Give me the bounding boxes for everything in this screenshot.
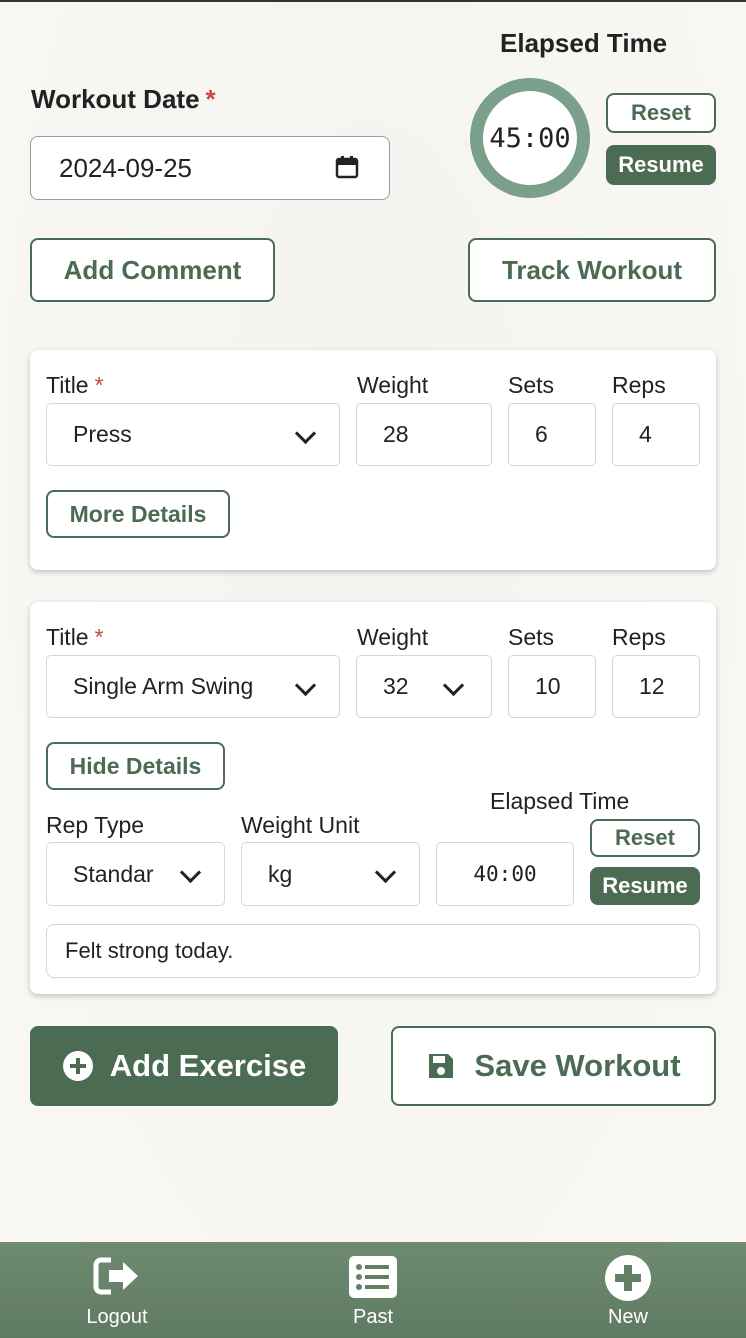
timer-resume-button[interactable]: Resume (606, 145, 716, 185)
sets-input[interactable]: 6 (508, 403, 596, 466)
rep-type-value: Standar (73, 860, 154, 887)
sets-input[interactable]: 10 (508, 655, 596, 718)
bottom-nav: Logout Past New (0, 1242, 746, 1338)
elapsed-time-label: Elapsed Time (500, 28, 668, 58)
sets-label: Sets (508, 372, 555, 398)
track-workout-button[interactable]: Track Workout (468, 238, 716, 302)
reps-input[interactable]: 12 (612, 655, 700, 718)
reps-value: 12 (639, 673, 665, 699)
exercise-title-select[interactable]: Single Arm Swing (46, 655, 340, 718)
exercise-card: Title * Weight Sets Reps Single Arm Swing… (30, 602, 716, 994)
save-workout-label: Save Workout (474, 1048, 681, 1083)
required-mark: * (94, 624, 104, 650)
exercise-timer-resume-button[interactable]: Resume (590, 867, 700, 905)
rep-type-select[interactable]: Standar (46, 842, 225, 906)
exercise-comment-value: Felt strong today. (65, 938, 234, 963)
weight-label: Weight (357, 372, 429, 398)
exercise-comment-input[interactable]: Felt strong today. (46, 924, 700, 978)
sets-value: 10 (535, 673, 561, 699)
exercise-title-value: Press (73, 421, 132, 447)
workout-date-value: 2024-09-25 (59, 152, 192, 183)
reps-value: 4 (639, 421, 652, 447)
nav-new[interactable]: New (558, 1242, 698, 1338)
workout-date-label: Workout Date * (31, 84, 216, 115)
add-exercise-button[interactable]: Add Exercise (30, 1026, 338, 1106)
title-label-text: Title (46, 372, 89, 398)
add-comment-button[interactable]: Add Comment (30, 238, 275, 302)
required-mark: * (205, 84, 216, 114)
weight-unit-select[interactable]: kg (241, 842, 420, 906)
nav-logout[interactable]: Logout (47, 1242, 187, 1338)
workout-date-input[interactable]: 2024-09-25 (30, 136, 390, 200)
logout-icon (93, 1257, 138, 1295)
exercise-elapsed-time-label: Elapsed Time (490, 788, 630, 814)
nav-new-label: New (607, 1306, 648, 1328)
workout-timer: 45:00 (470, 78, 590, 198)
weight-unit-value: kg (268, 860, 293, 887)
chevron-down-icon (179, 861, 202, 884)
list-icon (349, 1256, 397, 1298)
save-icon (426, 1051, 456, 1081)
title-label: Title * (46, 372, 104, 399)
weight-value: 28 (383, 421, 409, 447)
nav-past-label: Past (352, 1306, 394, 1328)
required-mark: * (94, 372, 104, 398)
chevron-down-icon (374, 861, 397, 884)
exercise-title-value: Single Arm Swing (73, 673, 254, 699)
plus-circle-icon (605, 1255, 651, 1301)
plus-circle-icon (62, 1050, 94, 1082)
workout-date-label-text: Workout Date (31, 84, 200, 114)
weight-select[interactable]: 32 (356, 655, 492, 718)
sets-label: Sets (508, 624, 555, 650)
workout-timer-value: 45:00 (489, 122, 571, 154)
title-label-text: Title (46, 624, 89, 650)
timer-reset-button[interactable]: Reset (606, 93, 716, 133)
chevron-down-icon (442, 674, 465, 696)
reps-input[interactable]: 4 (612, 403, 700, 466)
add-exercise-label: Add Exercise (109, 1048, 307, 1083)
weight-input[interactable]: 28 (356, 403, 492, 466)
weight-label: Weight (357, 624, 429, 650)
chevron-down-icon (294, 674, 317, 696)
sets-value: 6 (535, 421, 548, 447)
title-label: Title * (46, 624, 104, 651)
exercise-timer: 40:00 (436, 842, 574, 906)
weight-unit-label: Weight Unit (241, 812, 360, 838)
chevron-down-icon (294, 422, 317, 444)
exercise-timer-value: 40:00 (473, 862, 537, 886)
calendar-icon[interactable] (335, 155, 359, 186)
rep-type-label: Rep Type (46, 812, 145, 838)
exercise-title-select[interactable]: Press (46, 403, 340, 466)
hide-details-button[interactable]: Hide Details (46, 742, 225, 790)
more-details-button[interactable]: More Details (46, 490, 230, 538)
exercise-timer-reset-button[interactable]: Reset (590, 819, 700, 857)
nav-logout-label: Logout (86, 1306, 148, 1328)
reps-label: Reps (612, 624, 666, 650)
save-workout-button[interactable]: Save Workout (391, 1026, 716, 1106)
exercise-card: Title * Weight Sets Reps Press 28 6 4 Mor… (30, 350, 716, 570)
reps-label: Reps (612, 372, 666, 398)
weight-value: 32 (383, 673, 409, 699)
nav-past[interactable]: Past (303, 1242, 443, 1338)
